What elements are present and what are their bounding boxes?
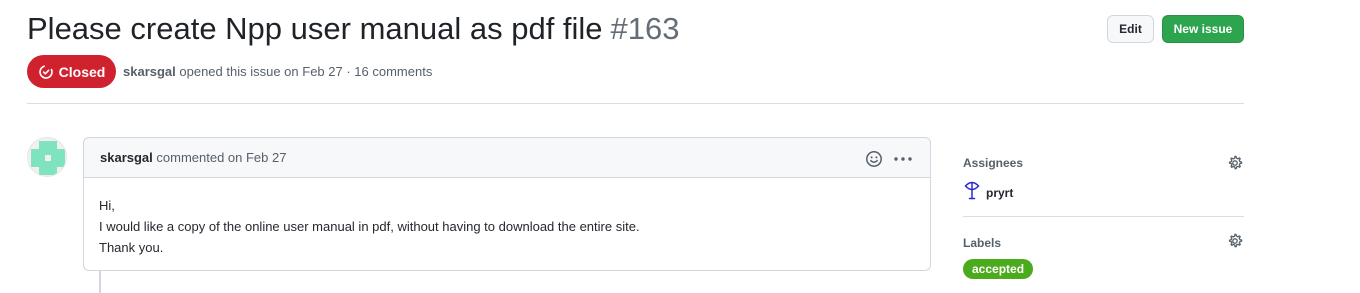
comment-author-link[interactable]: skarsgal: [100, 150, 153, 165]
edit-button[interactable]: Edit: [1107, 15, 1154, 43]
comment-box: skarsgal commented on Feb 27 Hi, I would…: [83, 137, 931, 271]
assignee-name: pryrt: [986, 185, 1014, 200]
issue-page: Please create Npp user manual as pdf fil…: [0, 0, 1360, 293]
comment-header: skarsgal commented on Feb 27: [84, 138, 930, 178]
issue-author-link[interactable]: skarsgal: [123, 64, 176, 79]
new-issue-button[interactable]: New issue: [1162, 15, 1244, 43]
issue-title-text: Please create Npp user manual as pdf fil…: [27, 11, 603, 46]
gear-icon[interactable]: [1227, 155, 1243, 171]
header-divider: [27, 103, 1244, 104]
label-accepted[interactable]: accepted: [963, 259, 1034, 279]
issue-title: Please create Npp user manual as pdf fil…: [27, 10, 680, 48]
assignee-avatar-icon: [963, 180, 981, 205]
sidebar-divider: [963, 216, 1244, 217]
assignees-heading[interactable]: Assignees: [963, 156, 1023, 170]
comment-byline: skarsgal commented on Feb 27: [100, 150, 286, 165]
issue-meta: skarsgal opened this issue on Feb 27 · 1…: [123, 64, 432, 79]
timeline-connector: [99, 271, 101, 293]
comment-line: I would like a copy of the online user m…: [99, 219, 640, 234]
issue-state-badge: Closed: [27, 55, 116, 88]
issue-opened-text: opened this issue on Feb 27 · 16 comment…: [179, 64, 433, 79]
comment-line: Hi,: [99, 198, 115, 213]
kebab-horizontal-icon[interactable]: [893, 151, 913, 167]
assignee-item[interactable]: pryrt: [963, 180, 1013, 205]
labels-heading[interactable]: Labels: [963, 236, 1001, 250]
comment-date: commented on Feb 27: [156, 150, 287, 165]
gear-icon[interactable]: [1227, 233, 1243, 249]
comment-body: Hi, I would like a copy of the online us…: [99, 195, 640, 258]
avatar[interactable]: [27, 137, 67, 177]
issue-state-label: Closed: [58, 63, 106, 80]
smiley-icon[interactable]: [865, 150, 883, 168]
issue-number: #163: [610, 11, 680, 46]
issue-closed-icon: [38, 64, 54, 80]
comment-line: Thank you.: [99, 240, 164, 255]
